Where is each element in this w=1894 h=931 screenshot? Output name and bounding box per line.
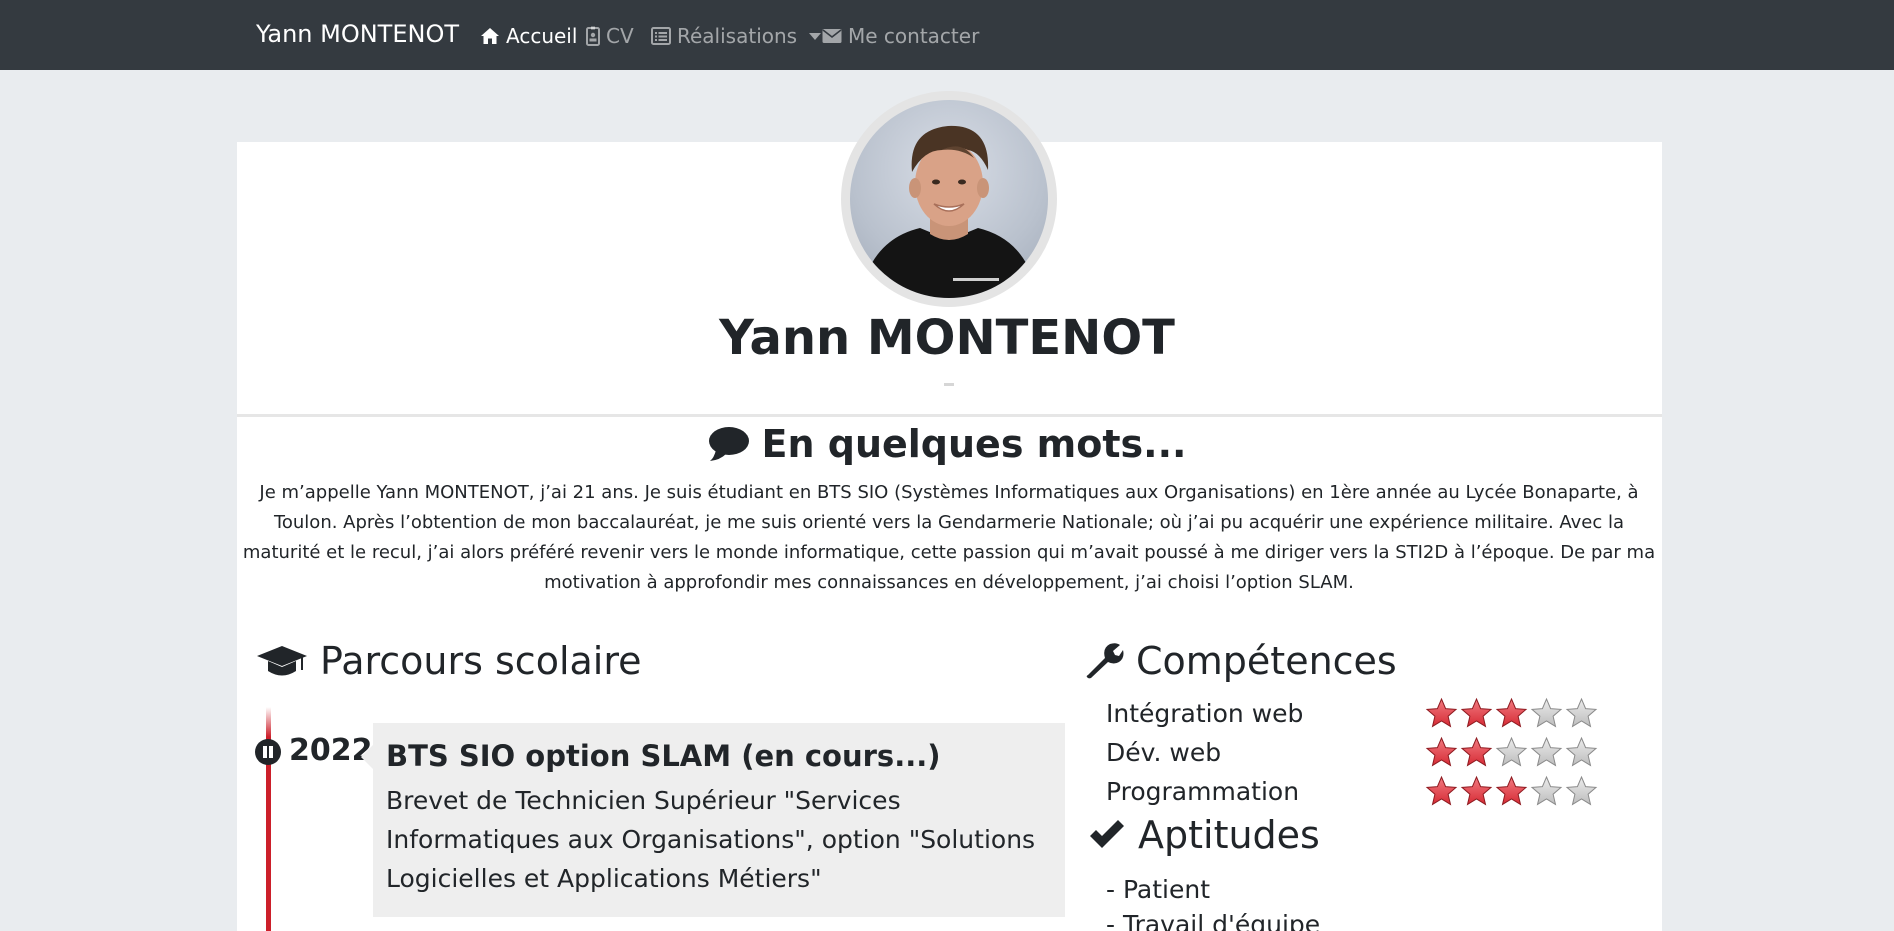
skill-label: Programmation [1106, 777, 1300, 806]
nav-realisations-dropdown[interactable]: Réalisations [651, 24, 822, 48]
timeline-year: 2022 [289, 733, 373, 768]
star-empty-icon [1495, 736, 1528, 767]
about-heading: En quelques mots... [0, 422, 1894, 466]
nav-cv-label: CV [606, 24, 634, 48]
aptitudes-heading: Aptitudes [1088, 813, 1320, 857]
nav-cv[interactable]: CV [586, 24, 634, 48]
about-title: En quelques mots... [761, 422, 1187, 466]
skill-row: Programmation [1106, 775, 1606, 809]
timeline-item-title: BTS SIO option SLAM (en cours...) [386, 739, 941, 773]
nav-contact-label: Me contacter [848, 24, 980, 48]
comment-icon [708, 427, 749, 461]
star-empty-icon [1530, 736, 1563, 767]
section-divider [237, 414, 1662, 417]
id-badge-icon [586, 26, 600, 46]
star-empty-icon [1530, 775, 1563, 806]
education-title: Parcours scolaire [320, 639, 642, 683]
profile-photo [860, 125, 1038, 298]
skill-row: Dév. web [1106, 736, 1606, 770]
aptitudes-title: Aptitudes [1138, 813, 1320, 857]
nav-contact[interactable]: Me contacter [822, 24, 979, 48]
navbar: Yann MONTENOT Accueil CV Réalisations Me… [0, 0, 1894, 70]
star-filled-icon [1495, 775, 1528, 806]
star-filled-icon [1460, 736, 1493, 767]
decorative-mark [944, 383, 954, 386]
star-filled-icon [1425, 697, 1458, 728]
aptitude-item: - Patient [1106, 875, 1211, 904]
envelope-icon [822, 29, 842, 43]
wrench-icon [1086, 643, 1124, 679]
star-empty-icon [1530, 697, 1563, 728]
star-empty-icon [1565, 775, 1598, 806]
aptitude-item: - Travail d'équipe [1106, 910, 1321, 931]
education-heading: Parcours scolaire [256, 639, 642, 683]
skill-row: Intégration web [1106, 697, 1606, 731]
timeline-item-description: Brevet de Technicien Supérieur "Services… [386, 786, 1036, 893]
skills-title: Compétences [1136, 639, 1397, 683]
brand-link[interactable]: Yann MONTENOT [256, 20, 459, 48]
star-filled-icon [1460, 697, 1493, 728]
skill-label: Dév. web [1106, 738, 1222, 767]
nav-accueil[interactable]: Accueil [480, 24, 577, 48]
star-rating [1424, 775, 1599, 807]
star-filled-icon [1460, 775, 1493, 806]
chevron-down-icon [809, 32, 822, 40]
nav-realisations-label: Réalisations [677, 24, 798, 48]
graduation-cap-icon [257, 646, 307, 676]
star-rating [1424, 736, 1599, 768]
home-icon [481, 28, 499, 44]
star-filled-icon [1425, 736, 1458, 767]
about-text: Je m’appelle Yann MONTENOT, j’ai 21 ans.… [242, 482, 1656, 593]
star-filled-icon [1495, 697, 1528, 728]
star-filled-icon [1425, 775, 1458, 806]
star-empty-icon [1565, 697, 1598, 728]
profile-name: Yann MONTENOT [719, 310, 1175, 366]
timeline-item: BTS SIO option SLAM (en cours...) Brevet… [361, 723, 1065, 917]
list-alt-icon [651, 27, 671, 45]
skills-heading: Compétences [1086, 639, 1397, 683]
skill-label: Intégration web [1106, 699, 1304, 728]
check-icon [1090, 820, 1124, 848]
nav-accueil-label: Accueil [506, 24, 578, 48]
star-empty-icon [1565, 736, 1598, 767]
avatar [850, 100, 1048, 298]
star-rating [1424, 697, 1599, 729]
pause-circle-icon [255, 739, 281, 765]
